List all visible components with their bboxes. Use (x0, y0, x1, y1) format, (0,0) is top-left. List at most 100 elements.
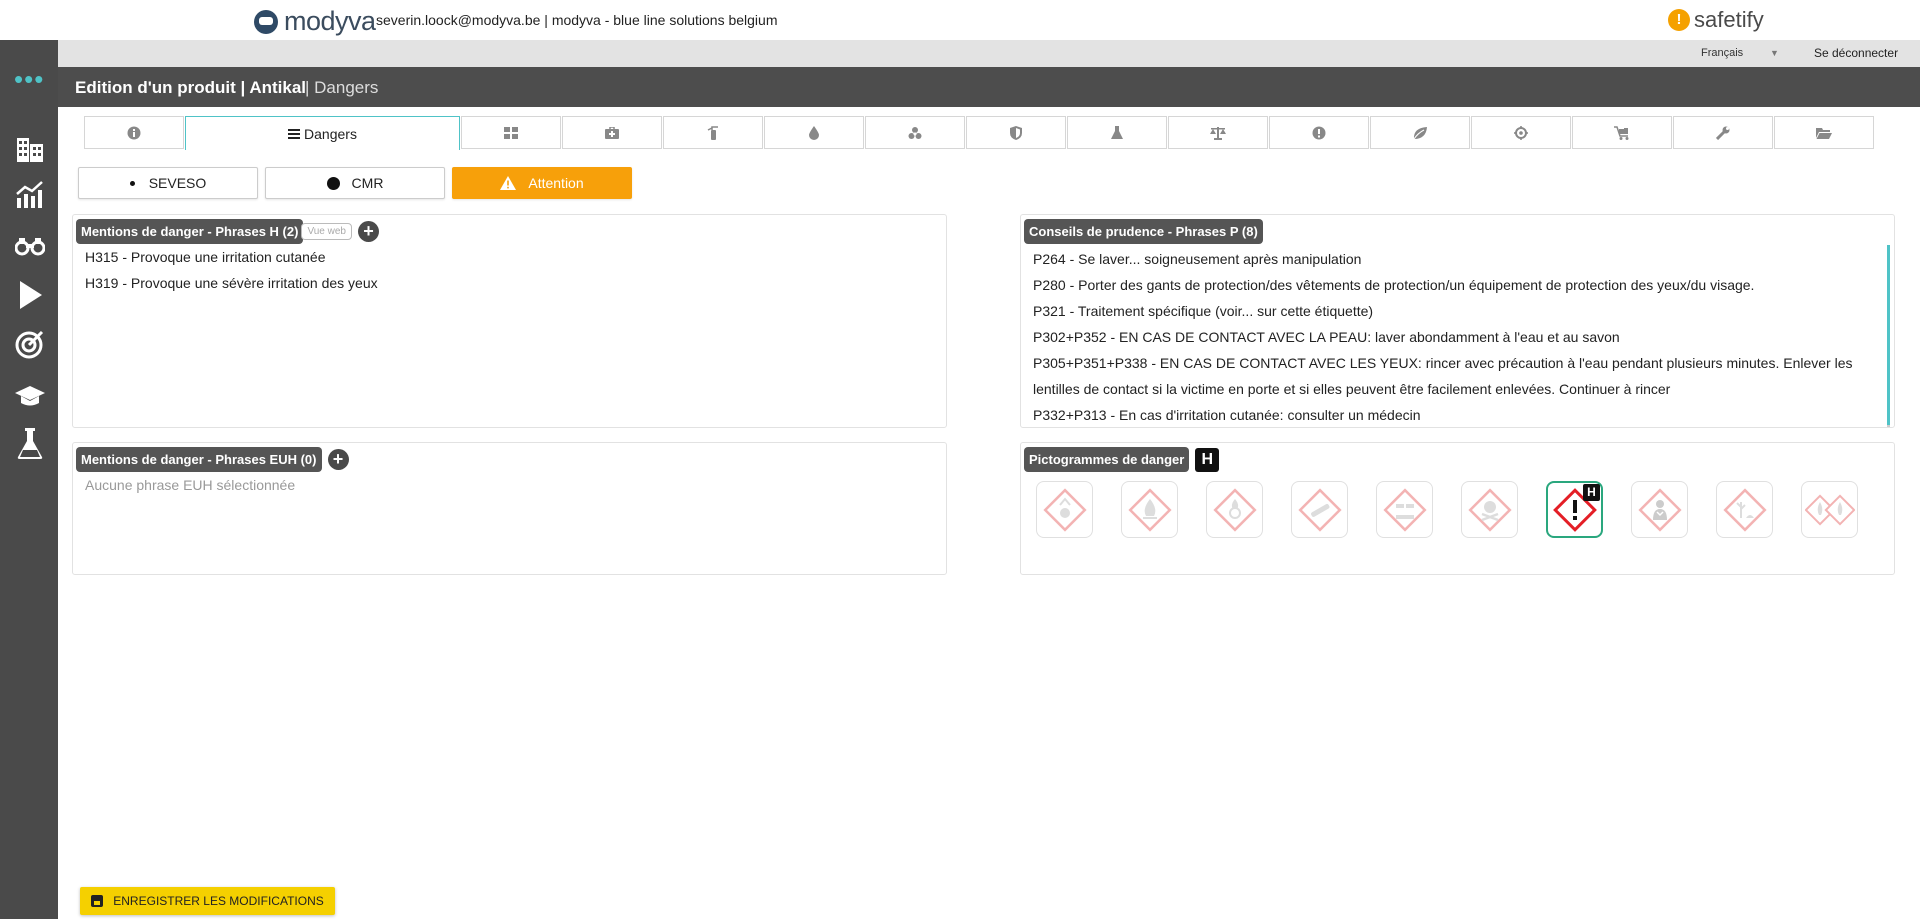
pictogram-explosive[interactable] (1036, 481, 1093, 538)
p-phrase-item[interactable]: P280 - Porter des gants de protection/de… (1033, 272, 1888, 298)
title-bar: Edition d'un produit | Antikal | Dangers (58, 67, 1920, 107)
tab-toxicology[interactable] (1269, 116, 1369, 149)
tab-dangers[interactable]: Dangers (185, 116, 460, 150)
h-phrases-header: Mentions de danger - Phrases H (2) Vue w… (76, 219, 379, 244)
signal-word-button[interactable]: Attention (452, 167, 632, 199)
tab-composition[interactable] (461, 116, 561, 149)
cmr-label: CMR (351, 175, 384, 191)
p-phrase-item[interactable]: P302+P352 - EN CAS DE CONTACT AVEC LA PE… (1033, 324, 1888, 350)
target-icon (1514, 125, 1528, 140)
language-select[interactable]: Français (1701, 47, 1743, 59)
corrosion-icon (1382, 487, 1427, 532)
p-phrase-item[interactable]: P305+P351+P338 - EN CAS DE CONTACT AVEC … (1033, 350, 1888, 402)
h-badge-icon: H (1195, 447, 1220, 472)
scrollbar-thumb[interactable] (1887, 245, 1890, 425)
floppy-disk-icon (91, 895, 104, 907)
tab-first-aid[interactable] (562, 116, 662, 149)
user-info: severin.loock@modyva.be | modyva - blue … (376, 12, 778, 28)
save-label: ENREGISTRER LES MODIFICATIONS (113, 894, 324, 908)
tab-handling[interactable] (865, 116, 965, 149)
tab-protection[interactable] (966, 116, 1066, 149)
tab-documents[interactable] (1774, 116, 1874, 149)
euh-empty-text: Aucune phrase EUH sélectionnée (85, 477, 296, 493)
extinguisher-icon (707, 125, 718, 140)
save-button[interactable]: ENREGISTRER LES MODIFICATIONS (80, 887, 335, 915)
language-bar: Français ▼ Se déconnecter (58, 40, 1920, 67)
brand[interactable]: modyva (254, 6, 376, 37)
wrench-icon (1716, 126, 1730, 140)
pictogram-corrosive[interactable] (1376, 481, 1433, 538)
section-tabs: Dangers (84, 116, 1875, 150)
tab-transport[interactable] (1572, 116, 1672, 149)
chevron-down-icon[interactable]: ▼ (1770, 48, 1779, 58)
pictogram-list: H (1036, 481, 1858, 538)
pictograms-panel: Pictogrammes de danger H H (1020, 442, 1895, 575)
flask-icon (1111, 125, 1123, 139)
add-euh-phrase-icon[interactable]: + (327, 449, 349, 470)
drop-icon (809, 125, 819, 140)
p-phrases-header: Conseils de prudence - Phrases P (8) (1024, 219, 1263, 244)
euh-phrases-header: Mentions de danger - Phrases EUH (0) + (76, 447, 349, 472)
chart-icon[interactable] (14, 178, 46, 210)
pictogram-gas-cylinder[interactable] (1291, 481, 1348, 538)
tab-regulation[interactable] (1673, 116, 1773, 149)
buildings-icon[interactable] (14, 132, 46, 164)
p-phrases-list: P264 - Se laver... soigneusement après m… (1033, 246, 1888, 427)
target-icon[interactable] (14, 328, 46, 360)
sidebar: ••• (0, 40, 58, 919)
pictogram-oxidizing[interactable] (1206, 481, 1263, 538)
menu-dots-icon[interactable]: ••• (14, 66, 44, 92)
pictogram-health-hazard[interactable] (1631, 481, 1688, 538)
p-phrase-item[interactable]: P332+P313 - En cas d'irritation cutanée:… (1033, 402, 1888, 427)
pictograms-label: Pictogrammes de danger (1024, 447, 1190, 472)
p-phrase-item[interactable]: P264 - Se laver... soigneusement après m… (1033, 246, 1888, 272)
safetify-logo: ! safetify (1668, 7, 1764, 33)
signal-word-label: Attention (528, 175, 584, 191)
pictogram-environment[interactable] (1716, 481, 1773, 538)
shield-icon (1010, 125, 1022, 140)
tab-fire[interactable] (663, 116, 763, 149)
h-phrase-item[interactable]: H315 - Provoque une irritation cutanée (85, 249, 325, 265)
cmr-button[interactable]: CMR (265, 167, 445, 199)
scrollbar-track[interactable] (1887, 425, 1890, 427)
seveso-button[interactable]: SEVESO (78, 167, 258, 199)
p-phrase-item[interactable]: P321 - Traitement spécifique (voir... su… (1033, 298, 1888, 324)
tab-ecology[interactable] (1370, 116, 1470, 149)
leaf-icon (1413, 126, 1427, 139)
pictogram-flame-pair[interactable] (1801, 481, 1858, 538)
play-icon[interactable] (14, 279, 46, 311)
bullet-icon (129, 180, 135, 186)
tab-spill[interactable] (764, 116, 864, 149)
flame-icon (1127, 487, 1172, 532)
tab-stability[interactable] (1168, 116, 1268, 149)
add-h-phrase-icon[interactable]: + (357, 221, 379, 242)
safetify-name: safetify (1694, 7, 1764, 32)
grid-icon (504, 126, 518, 139)
pictogram-flammable[interactable] (1121, 481, 1178, 538)
health-hazard-icon (1637, 487, 1682, 532)
environment-icon (1722, 487, 1767, 532)
double-flame-icon (1804, 493, 1855, 526)
h-phrases-label: Mentions de danger - Phrases H (2) (76, 219, 304, 244)
brand-name: modyva (284, 6, 376, 36)
pictograms-header: Pictogrammes de danger H (1024, 447, 1220, 472)
flask-icon[interactable] (14, 428, 46, 460)
binoculars-icon[interactable] (14, 230, 46, 262)
web-view-button[interactable]: Vue web (301, 223, 352, 240)
page-subtitle: | Dangers (305, 78, 379, 97)
tab-properties[interactable] (1067, 116, 1167, 149)
tab-info[interactable] (84, 116, 184, 149)
pictogram-toxic[interactable] (1461, 481, 1518, 538)
pictogram-exclamation[interactable]: H (1546, 481, 1603, 538)
logout-link[interactable]: Se déconnecter (1814, 46, 1898, 60)
h-phrase-item[interactable]: H319 - Provoque une sévère irritation de… (85, 275, 378, 291)
skull-icon (1467, 487, 1512, 532)
tab-dangers-label: Dangers (304, 125, 357, 142)
page-title: Edition d'un produit | Antikal (75, 78, 307, 97)
alert-icon (1312, 126, 1326, 139)
p-phrases-panel: Conseils de prudence - Phrases P (8) P26… (1020, 214, 1895, 428)
tab-disposal[interactable] (1471, 116, 1571, 149)
graduation-cap-icon[interactable] (14, 380, 46, 412)
flame-over-circle-icon (1212, 487, 1257, 532)
top-bar: modyva severin.loock@modyva.be | modyva … (0, 0, 1920, 40)
